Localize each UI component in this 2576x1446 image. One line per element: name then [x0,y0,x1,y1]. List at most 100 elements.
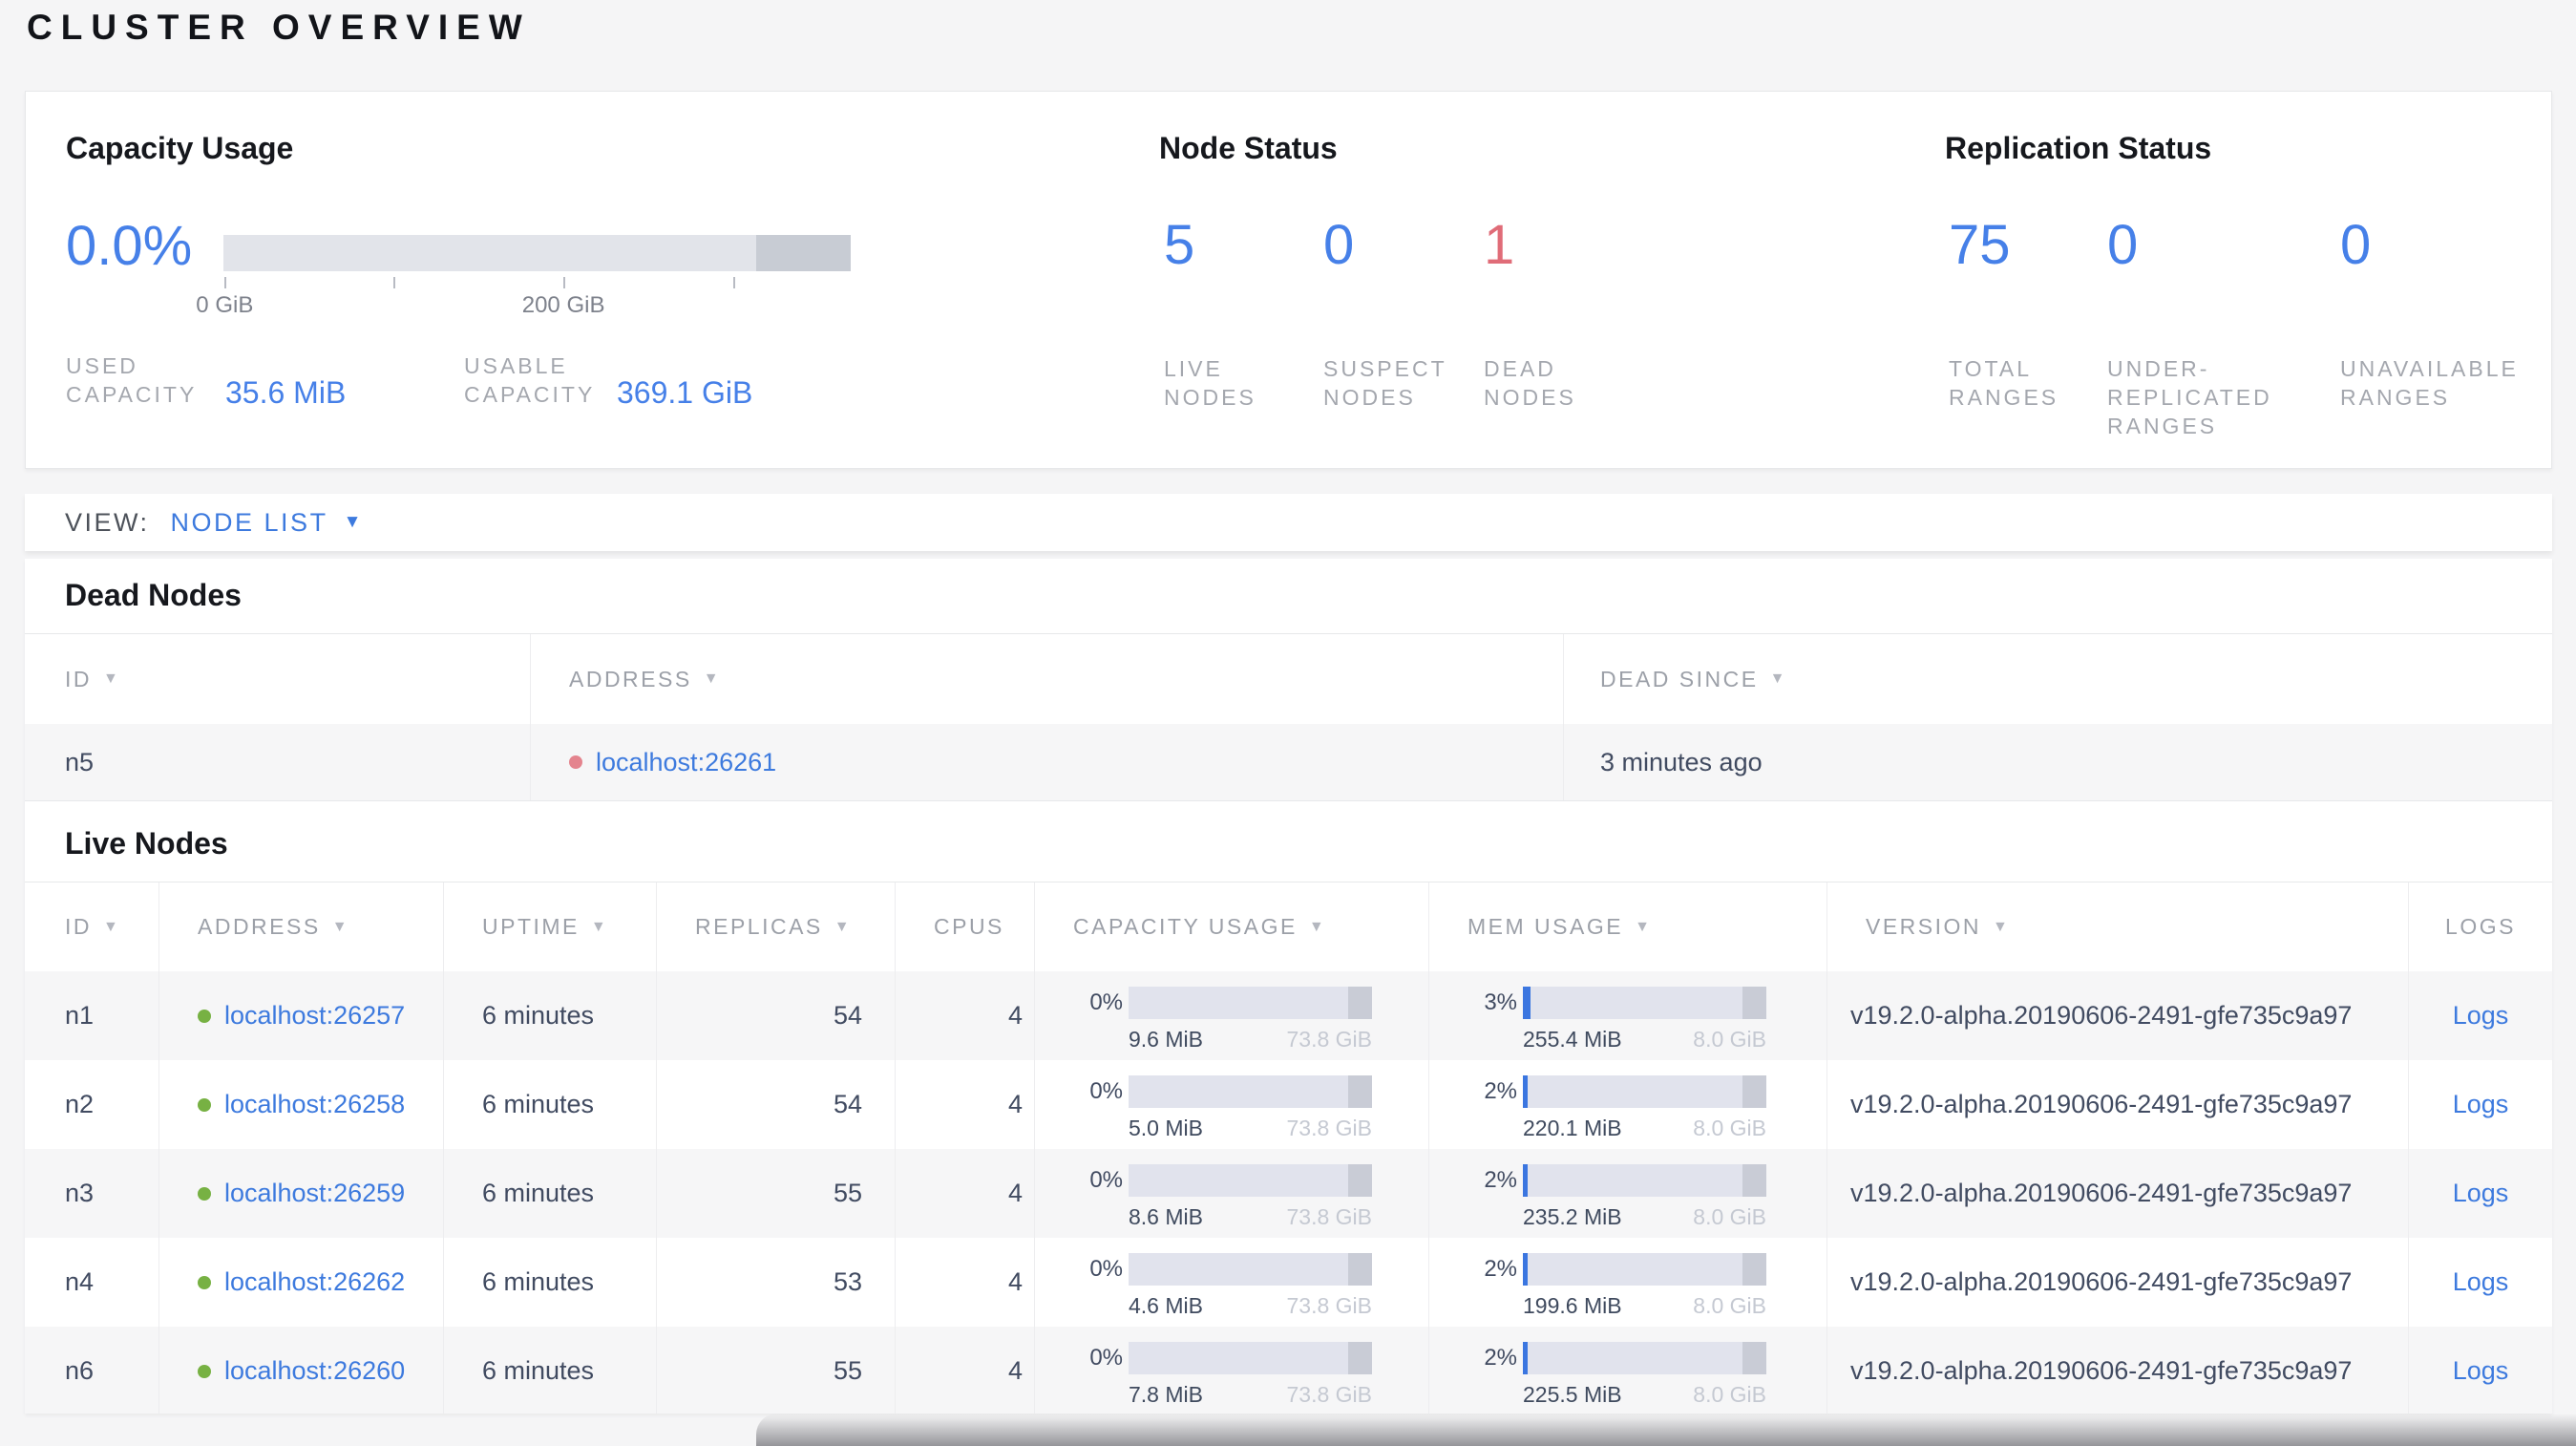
node-capacity-usage: 0% 9.6 MiB 73.8 GiB [1035,971,1429,1060]
node-mem-usage: 2% 235.2 MiB 8.0 GiB [1429,1149,1827,1238]
node-mem-usage: 2% 220.1 MiB 8.0 GiB [1429,1060,1827,1149]
logs-link[interactable]: Logs [2453,1179,2509,1208]
mem-total: 8.0 GiB [1693,1382,1766,1407]
capacity-axis-tick [224,277,227,288]
view-dropdown[interactable]: NODE LIST ▼ [171,508,362,538]
capacity-used: 7.8 MiB [1129,1382,1203,1407]
capacity-percent: 0% [1089,1345,1123,1371]
node-mem-usage: 2% 199.6 MiB 8.0 GiB [1429,1238,1827,1327]
sort-desc-icon: ▼ [1308,918,1327,935]
live-node-row: n1 localhost:26257 6 minutes 54 4 0% 9.6… [25,971,2552,1060]
capacity-mini-bar [1129,1164,1372,1197]
node-logs-cell: Logs [2409,1149,2552,1238]
usable-capacity-value: 369.1 GiB [617,375,753,410]
live-status-icon [198,1097,211,1112]
live-node-row: n6 localhost:26260 6 minutes 55 4 0% 7.8… [25,1327,2552,1414]
mem-used: 199.6 MiB [1523,1293,1622,1318]
sort-desc-icon: ▼ [103,918,121,935]
node-address-cell: localhost:26259 [159,1149,444,1238]
live-nodes-stat: 5 LIVE NODES [1164,214,1323,412]
node-address-link[interactable]: localhost:26262 [224,1267,405,1297]
capacity-axis-tick [393,277,396,288]
capacity-used: 4.6 MiB [1129,1293,1203,1318]
capacity-mini-bar [1129,1253,1372,1286]
live-col-capacity-usage[interactable]: CAPACITY USAGE ▼ [1035,882,1429,971]
under-replicated-ranges-value: 0 [2107,214,2139,276]
node-replicas: 55 [657,1149,896,1238]
mem-total: 8.0 GiB [1693,1293,1766,1318]
mem-mini-bar [1523,1164,1766,1197]
used-capacity-stat: USED CAPACITY 35.6 MiB [66,351,464,409]
logs-link[interactable]: Logs [2453,1090,2509,1119]
live-col-uptime-label: UPTIME [482,914,580,939]
live-nodes-label: LIVE NODES [1164,356,1256,410]
sort-desc-icon: ▼ [103,670,121,687]
capacity-usage-heading: Capacity Usage [66,131,294,165]
live-nodes-header: ID ▼ ADDRESS ▼ UPTIME ▼ REPLICAS ▼ CPUS … [25,882,2552,971]
dead-col-id[interactable]: ID ▼ [25,634,531,724]
under-replicated-ranges-label: UNDER- REPLICATED RANGES [2107,356,2272,438]
capacity-axis-label: 0 GiB [196,292,254,318]
suspect-nodes-stat: 0 SUSPECT NODES [1323,214,1484,412]
mem-percent: 2% [1484,1345,1517,1371]
live-col-uptime[interactable]: UPTIME ▼ [444,882,657,971]
dead-nodes-label: DEAD NODES [1484,356,1576,410]
capacity-bar-dark-segment [755,235,851,271]
dead-col-dead-since[interactable]: DEAD SINCE ▼ [1564,634,2552,724]
dead-nodes-title: Dead Nodes [65,578,242,612]
live-col-id[interactable]: ID ▼ [25,882,159,971]
logs-link[interactable]: Logs [2453,1267,2509,1297]
live-node-row: n2 localhost:26258 6 minutes 54 4 0% 5.0… [25,1060,2552,1149]
dead-node-address-link[interactable]: localhost:26261 [596,748,776,777]
total-ranges-label: TOTAL RANGES [1949,356,2059,410]
mem-percent: 2% [1484,1078,1517,1104]
node-address-link[interactable]: localhost:26259 [224,1179,405,1208]
node-address-cell: localhost:26260 [159,1327,444,1414]
node-version: v19.2.0-alpha.20190606-2491-gfe735c9a97 [1827,1327,2409,1414]
node-logs-cell: Logs [2409,1327,2552,1414]
node-address-link[interactable]: localhost:26257 [224,1001,405,1031]
live-col-replicas[interactable]: REPLICAS ▼ [657,882,896,971]
mem-used: 220.1 MiB [1523,1116,1622,1140]
live-col-version[interactable]: VERSION ▼ [1827,882,2409,971]
dead-col-address[interactable]: ADDRESS ▼ [531,634,1564,724]
live-col-replicas-label: REPLICAS [695,914,823,939]
replication-status-stats: 75 TOTAL RANGES 0 UNDER- REPLICATED RANG… [1949,214,2569,440]
capacity-total: 73.8 GiB [1286,1293,1373,1318]
mem-used: 255.4 MiB [1523,1027,1622,1052]
node-address-link[interactable]: localhost:26260 [224,1356,405,1386]
mem-mini-bar [1523,1075,1766,1108]
node-cpus: 4 [896,1060,1035,1149]
live-col-address[interactable]: ADDRESS ▼ [159,882,444,971]
node-version: v19.2.0-alpha.20190606-2491-gfe735c9a97 [1827,1060,2409,1149]
capacity-usage-graph: 0.0% 0 GiB 200 GiB [66,216,851,321]
live-col-mem-usage-label: MEM USAGE [1467,914,1624,939]
mem-percent: 2% [1484,1256,1517,1282]
node-address-cell: localhost:26258 [159,1060,444,1149]
sort-desc-icon: ▼ [590,918,609,935]
live-nodes-title: Live Nodes [65,826,228,861]
mem-total: 8.0 GiB [1693,1027,1766,1052]
dead-node-row: n5 localhost:26261 3 minutes ago [25,724,2552,801]
logs-link[interactable]: Logs [2453,1356,2509,1386]
node-cpus: 4 [896,971,1035,1060]
node-uptime: 6 minutes [444,971,657,1060]
live-col-id-label: ID [65,914,92,939]
view-dropdown-selected[interactable]: NODE LIST [171,508,328,538]
bottom-shadow [756,1414,2576,1446]
suspect-nodes-label: SUSPECT NODES [1323,356,1447,410]
node-logs-cell: Logs [2409,971,2552,1060]
node-version: v19.2.0-alpha.20190606-2491-gfe735c9a97 [1827,971,2409,1060]
node-capacity-usage: 0% 4.6 MiB 73.8 GiB [1035,1238,1429,1327]
live-col-mem-usage[interactable]: MEM USAGE ▼ [1429,882,1827,971]
capacity-percent: 0% [1089,989,1123,1015]
usable-capacity-label: USABLE CAPACITY [464,353,596,407]
chevron-down-icon[interactable]: ▼ [344,512,362,533]
capacity-percent: 0% [1089,1078,1123,1104]
under-replicated-ranges-stat: 0 UNDER- REPLICATED RANGES [2107,214,2340,440]
sort-desc-icon: ▼ [331,918,350,935]
mem-total: 8.0 GiB [1693,1204,1766,1229]
live-node-row: n3 localhost:26259 6 minutes 55 4 0% 8.6… [25,1149,2552,1238]
logs-link[interactable]: Logs [2453,1001,2509,1031]
node-address-link[interactable]: localhost:26258 [224,1090,405,1119]
